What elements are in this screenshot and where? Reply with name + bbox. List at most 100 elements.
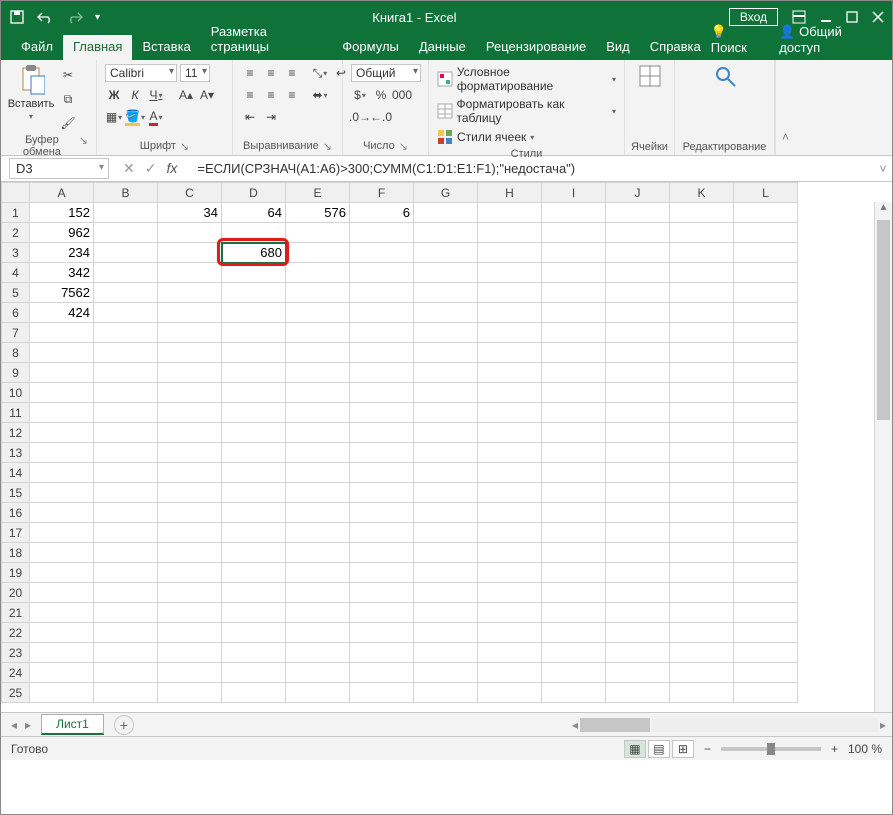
- cell-B7[interactable]: [94, 323, 158, 343]
- cell-F19[interactable]: [350, 563, 414, 583]
- cell-L9[interactable]: [734, 363, 798, 383]
- cell-B17[interactable]: [94, 523, 158, 543]
- cell-G17[interactable]: [414, 523, 478, 543]
- decrease-decimal-icon[interactable]: ←.0: [372, 108, 390, 126]
- cell-F18[interactable]: [350, 543, 414, 563]
- cell-L14[interactable]: [734, 463, 798, 483]
- cell-L22[interactable]: [734, 623, 798, 643]
- cell-I20[interactable]: [542, 583, 606, 603]
- cell-E14[interactable]: [286, 463, 350, 483]
- cell-A25[interactable]: [30, 683, 94, 703]
- cell-J17[interactable]: [606, 523, 670, 543]
- conditional-formatting-button[interactable]: Условное форматирование ▾: [437, 64, 616, 94]
- row-header-14[interactable]: 14: [2, 463, 30, 483]
- cell-A14[interactable]: [30, 463, 94, 483]
- cell-I1[interactable]: [542, 203, 606, 223]
- cell-D25[interactable]: [222, 683, 286, 703]
- row-header-2[interactable]: 2: [2, 223, 30, 243]
- col-header-C[interactable]: C: [158, 183, 222, 203]
- cell-K1[interactable]: [670, 203, 734, 223]
- cell-F24[interactable]: [350, 663, 414, 683]
- share-button[interactable]: 👤 Общий доступ: [779, 24, 880, 55]
- cell-C4[interactable]: [158, 263, 222, 283]
- cell-B15[interactable]: [94, 483, 158, 503]
- cell-I13[interactable]: [542, 443, 606, 463]
- close-icon[interactable]: [872, 11, 884, 23]
- col-header-I[interactable]: I: [542, 183, 606, 203]
- cell-H23[interactable]: [478, 643, 542, 663]
- cell-D5[interactable]: [222, 283, 286, 303]
- cell-B8[interactable]: [94, 343, 158, 363]
- cell-I16[interactable]: [542, 503, 606, 523]
- align-middle-icon[interactable]: ≡: [262, 64, 280, 82]
- row-header-20[interactable]: 20: [2, 583, 30, 603]
- cell-C13[interactable]: [158, 443, 222, 463]
- col-header-J[interactable]: J: [606, 183, 670, 203]
- cell-H14[interactable]: [478, 463, 542, 483]
- cell-F23[interactable]: [350, 643, 414, 663]
- hscroll-left-icon[interactable]: ◂: [572, 718, 578, 732]
- row-header-11[interactable]: 11: [2, 403, 30, 423]
- cell-J1[interactable]: [606, 203, 670, 223]
- cell-I21[interactable]: [542, 603, 606, 623]
- cell-I14[interactable]: [542, 463, 606, 483]
- cell-D10[interactable]: [222, 383, 286, 403]
- font-dialog-launcher[interactable]: ↘: [180, 140, 189, 153]
- add-sheet-button[interactable]: +: [114, 715, 134, 735]
- cell-A7[interactable]: [30, 323, 94, 343]
- cell-H22[interactable]: [478, 623, 542, 643]
- row-header-10[interactable]: 10: [2, 383, 30, 403]
- cell-C16[interactable]: [158, 503, 222, 523]
- font-size-combo[interactable]: 11: [180, 64, 210, 82]
- zoom-level[interactable]: 100 %: [848, 742, 882, 756]
- cell-A1[interactable]: 152: [30, 203, 94, 223]
- cell-K21[interactable]: [670, 603, 734, 623]
- cell-H10[interactable]: [478, 383, 542, 403]
- comma-format-icon[interactable]: 000: [393, 86, 411, 104]
- cell-B22[interactable]: [94, 623, 158, 643]
- cell-A8[interactable]: [30, 343, 94, 363]
- cell-D6[interactable]: [222, 303, 286, 323]
- cell-L23[interactable]: [734, 643, 798, 663]
- cell-I15[interactable]: [542, 483, 606, 503]
- cell-J10[interactable]: [606, 383, 670, 403]
- row-header-9[interactable]: 9: [2, 363, 30, 383]
- col-header-L[interactable]: L: [734, 183, 798, 203]
- cell-H15[interactable]: [478, 483, 542, 503]
- cell-C1[interactable]: 34: [158, 203, 222, 223]
- cell-F10[interactable]: [350, 383, 414, 403]
- col-header-F[interactable]: F: [350, 183, 414, 203]
- cell-B21[interactable]: [94, 603, 158, 623]
- save-icon[interactable]: [9, 9, 25, 25]
- cell-K10[interactable]: [670, 383, 734, 403]
- cell-A20[interactable]: [30, 583, 94, 603]
- cell-F7[interactable]: [350, 323, 414, 343]
- cell-G25[interactable]: [414, 683, 478, 703]
- cell-E11[interactable]: [286, 403, 350, 423]
- cell-I8[interactable]: [542, 343, 606, 363]
- cell-B2[interactable]: [94, 223, 158, 243]
- cell-J15[interactable]: [606, 483, 670, 503]
- maximize-icon[interactable]: [846, 11, 858, 23]
- formula-expand-icon[interactable]: ˅: [874, 162, 892, 176]
- cell-A17[interactable]: [30, 523, 94, 543]
- cell-D2[interactable]: [222, 223, 286, 243]
- cell-E1[interactable]: 576: [286, 203, 350, 223]
- cell-L5[interactable]: [734, 283, 798, 303]
- cell-K7[interactable]: [670, 323, 734, 343]
- cell-A10[interactable]: [30, 383, 94, 403]
- cell-H1[interactable]: [478, 203, 542, 223]
- cell-E13[interactable]: [286, 443, 350, 463]
- zoom-slider[interactable]: [721, 747, 821, 751]
- cell-J18[interactable]: [606, 543, 670, 563]
- cell-A19[interactable]: [30, 563, 94, 583]
- cell-I2[interactable]: [542, 223, 606, 243]
- cell-K18[interactable]: [670, 543, 734, 563]
- cell-C17[interactable]: [158, 523, 222, 543]
- cell-J21[interactable]: [606, 603, 670, 623]
- tab-file[interactable]: Файл: [11, 35, 63, 60]
- cell-I11[interactable]: [542, 403, 606, 423]
- row-header-7[interactable]: 7: [2, 323, 30, 343]
- cell-E2[interactable]: [286, 223, 350, 243]
- cell-C20[interactable]: [158, 583, 222, 603]
